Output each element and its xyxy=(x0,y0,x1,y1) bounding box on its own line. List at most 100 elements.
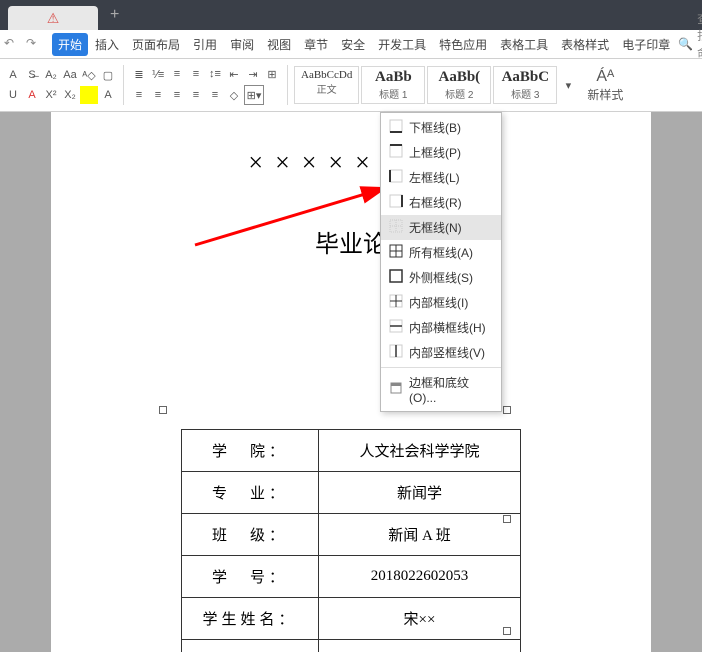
border-option-top[interactable]: 上框线(P) xyxy=(381,140,501,165)
border-option-all[interactable]: 所有框线(A) xyxy=(381,240,501,265)
table-value: 2018022602053 xyxy=(319,556,521,598)
align-left-icon[interactable]: ≡ xyxy=(168,65,186,83)
table-value: 新闻 A 班 xyxy=(319,514,521,556)
selection-handle[interactable] xyxy=(503,515,511,523)
font-ops-icon[interactable]: A xyxy=(4,66,22,84)
sub-icon[interactable]: X₂ xyxy=(61,86,79,104)
menu-引用[interactable]: 引用 xyxy=(187,33,223,56)
x-line: ×××××× > xyxy=(71,148,631,178)
border-option-dialog[interactable]: 边框和底纹(O)... xyxy=(381,367,501,409)
align-j-icon[interactable]: ≡ xyxy=(187,86,205,104)
border-option-label: 右框线(R) xyxy=(409,194,462,211)
char-shading-icon[interactable]: A xyxy=(99,86,117,104)
all-border-icon xyxy=(389,244,403,261)
align-r-icon[interactable]: ≡ xyxy=(168,86,186,104)
clear-format-icon[interactable]: ᴬ◇ xyxy=(80,66,98,84)
borders-dropdown-menu: 下框线(B) 上框线(P) 左框线(L) 右框线(R) 无框线(N) 所有框线(A)外侧框… xyxy=(380,112,502,412)
new-style-icon: Áᴬ xyxy=(596,68,614,86)
tab-settings-icon[interactable]: ⊞ xyxy=(263,65,281,83)
top-border-icon xyxy=(389,144,403,161)
new-style-button[interactable]: Áᴬ 新样式 xyxy=(579,66,631,105)
border-option-label: 左框线(L) xyxy=(409,169,460,186)
highlight-icon[interactable] xyxy=(80,86,98,104)
border-option-label: 上框线(P) xyxy=(409,144,461,161)
table-label: 班 级： xyxy=(182,514,319,556)
border-option-ih[interactable]: 内部横框线(H) xyxy=(381,315,501,340)
border-option-none[interactable]: 无框线(N) xyxy=(381,215,501,240)
align-c-icon[interactable]: ≡ xyxy=(149,86,167,104)
border-option-bottom[interactable]: 下框线(B) xyxy=(381,115,501,140)
menu-章节[interactable]: 章节 xyxy=(298,33,334,56)
table-row[interactable]: 专 业：新闻学 xyxy=(182,472,521,514)
change-case-icon[interactable]: Aa xyxy=(61,66,79,84)
selection-handle[interactable] xyxy=(503,627,511,635)
style-more-icon[interactable]: ▾ xyxy=(559,76,577,94)
style-标题 3[interactable]: AaBbC标题 3 xyxy=(493,66,557,104)
align-center-icon[interactable]: ≡ xyxy=(187,65,205,83)
border-option-left[interactable]: 左框线(L) xyxy=(381,165,501,190)
underline-icon[interactable]: U xyxy=(4,86,22,104)
bottom-border-icon xyxy=(389,119,403,136)
table-label: 专 业： xyxy=(182,472,319,514)
distribute-icon[interactable]: ≡ xyxy=(206,86,224,104)
undo-icon[interactable]: ↶ xyxy=(4,36,20,52)
table-row[interactable]: 学生姓名：宋×× xyxy=(182,598,521,640)
indent-dec-icon[interactable]: ⇤ xyxy=(225,65,243,83)
indent-inc-icon[interactable]: ⇥ xyxy=(244,65,262,83)
bullets-icon[interactable]: ≣ xyxy=(130,65,148,83)
selection-handle[interactable] xyxy=(159,406,167,414)
menu-bar: ↶ ↷ 开始插入页面布局引用审阅视图章节安全开发工具特色应用表格工具表格样式电子… xyxy=(0,30,702,59)
line-spacing-icon[interactable]: ↕≡ xyxy=(206,65,224,83)
table-value: 林×× xyxy=(319,640,521,652)
dialog-border-icon xyxy=(389,381,403,398)
border-option-label: 无框线(N) xyxy=(409,219,462,236)
table-label: 学 院： xyxy=(182,430,319,472)
selection-handle[interactable] xyxy=(503,406,511,414)
menu-开发工具[interactable]: 开发工具 xyxy=(372,33,432,56)
table-row[interactable]: 学 号：2018022602053 xyxy=(182,556,521,598)
title-bar: ⚠ + xyxy=(0,0,702,30)
ih-border-icon xyxy=(389,319,403,336)
superscript-icon[interactable]: X² xyxy=(42,86,60,104)
border-option-iv[interactable]: 内部竖框线(V) xyxy=(381,340,501,365)
new-tab-button[interactable]: + xyxy=(110,6,119,24)
none-border-icon xyxy=(389,219,403,236)
style-标题 1[interactable]: AaBb标题 1 xyxy=(361,66,425,104)
menu-视图[interactable]: 视图 xyxy=(261,33,297,56)
document-area: ×××××× > 毕业论 学 院：人文社会科学学院专 业：新闻学班 级：新闻 A… xyxy=(0,112,702,652)
menu-开始[interactable]: 开始 xyxy=(52,33,88,56)
info-table[interactable]: 学 院：人文社会科学学院专 业：新闻学班 级：新闻 A 班学 号：2018022… xyxy=(181,429,521,652)
strike-icon[interactable]: S̶ xyxy=(23,66,41,84)
menu-审阅[interactable]: 审阅 xyxy=(224,33,260,56)
align-l-icon[interactable]: ≡ xyxy=(130,86,148,104)
table-row[interactable]: 指导教师：林×× xyxy=(182,640,521,652)
subscript-icon[interactable]: A₂ xyxy=(42,66,60,84)
menu-插入[interactable]: 插入 xyxy=(89,33,125,56)
border-option-label: 内部横框线(H) xyxy=(409,319,486,336)
menu-表格样式[interactable]: 表格样式 xyxy=(555,33,615,56)
style-标题 2[interactable]: AaBb(标题 2 xyxy=(427,66,491,104)
border-option-label: 内部竖框线(V) xyxy=(409,344,485,361)
font-color-icon[interactable]: A xyxy=(23,86,41,104)
char-border-icon[interactable]: ▢ xyxy=(99,66,117,84)
table-row[interactable]: 学 院：人文社会科学学院 xyxy=(182,430,521,472)
menu-页面布局[interactable]: 页面布局 xyxy=(126,33,186,56)
page[interactable]: ×××××× > 毕业论 学 院：人文社会科学学院专 业：新闻学班 级：新闻 A… xyxy=(51,112,651,652)
border-option-label: 内部框线(I) xyxy=(409,294,468,311)
menu-安全[interactable]: 安全 xyxy=(335,33,371,56)
borders-dropdown-icon[interactable]: ⊞▾ xyxy=(244,85,264,105)
menu-特色应用[interactable]: 特色应用 xyxy=(433,33,493,56)
table-row[interactable]: 班 级：新闻 A 班 xyxy=(182,514,521,556)
menu-电子印章[interactable]: 电子印章 xyxy=(616,33,676,56)
border-option-label: 边框和底纹(O)... xyxy=(409,374,493,405)
border-option-outside[interactable]: 外侧框线(S) xyxy=(381,265,501,290)
shading-icon[interactable]: ◇ xyxy=(225,86,243,104)
numbering-icon[interactable]: ⅟≡ xyxy=(149,65,167,83)
document-tab[interactable]: ⚠ xyxy=(8,6,98,30)
border-option-right[interactable]: 右框线(R) xyxy=(381,190,501,215)
border-option-inside[interactable]: 内部框线(I) xyxy=(381,290,501,315)
right-border-icon xyxy=(389,194,403,211)
redo-icon[interactable]: ↷ xyxy=(26,36,42,52)
style-正文[interactable]: AaBbCcDd正文 xyxy=(294,66,359,104)
menu-表格工具[interactable]: 表格工具 xyxy=(494,33,554,56)
